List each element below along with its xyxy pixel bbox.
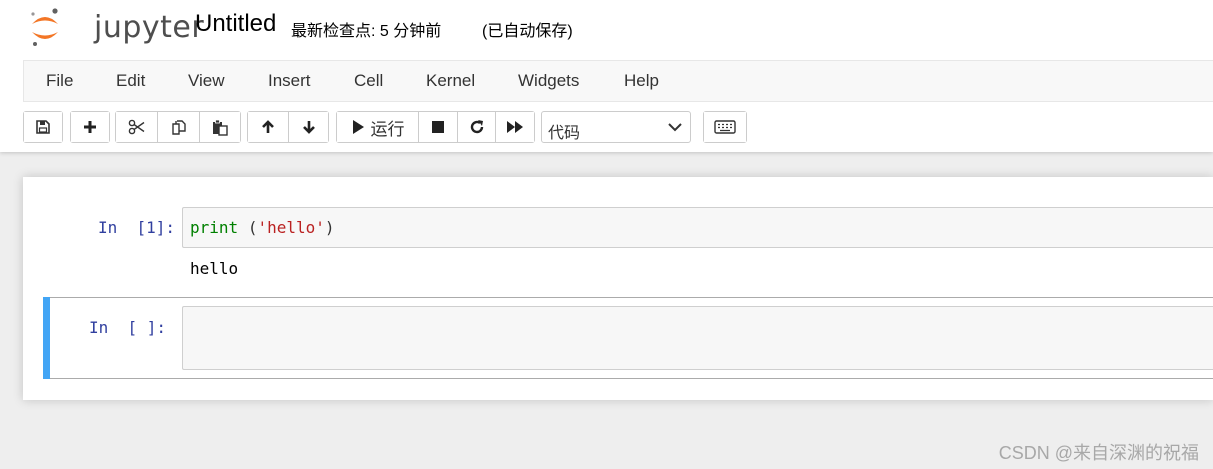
input-prompt: In [1]:: [98, 218, 176, 237]
menu-insert[interactable]: Insert: [268, 71, 311, 91]
toolbar-group-move: [247, 111, 329, 143]
play-icon: [352, 120, 364, 134]
toolbar-group-clipboard: [115, 111, 241, 143]
code-line: print ('hello'): [190, 218, 335, 237]
restart-kernel-button[interactable]: [458, 112, 496, 142]
selected-cell-indicator: [43, 297, 50, 379]
code-editor-empty[interactable]: [182, 306, 1213, 370]
run-button[interactable]: 运行: [337, 112, 419, 142]
move-up-button[interactable]: [248, 112, 289, 142]
jupyter-logo-icon: [31, 8, 58, 46]
menu-widgets[interactable]: Widgets: [518, 71, 579, 91]
toolbar-group-palette: [703, 111, 747, 143]
copy-button[interactable]: [158, 112, 200, 142]
jupyter-logo[interactable]: jupyter: [28, 6, 204, 48]
restart-run-all-button[interactable]: [496, 112, 534, 142]
code-token-string: 'hello': [257, 218, 325, 237]
code-editor[interactable]: print ('hello'): [182, 207, 1213, 248]
keyboard-icon: [714, 120, 736, 134]
move-down-button[interactable]: [289, 112, 328, 142]
arrow-down-icon: [302, 121, 315, 134]
insert-cell-button[interactable]: [71, 112, 109, 142]
toolbar-group-save: [23, 111, 63, 143]
stop-icon: [432, 121, 444, 133]
code-token-close-paren: ): [324, 218, 335, 237]
fast-forward-icon: [507, 121, 523, 133]
save-button[interactable]: [24, 112, 62, 142]
cell-type-selected-value: 代码: [548, 125, 581, 142]
arrow-up-icon: [262, 120, 274, 133]
code-token-open-paren: (: [247, 218, 258, 237]
header: jupyter Untitled 最新检查点: 5 分钟前 (已自动保存) Fi…: [0, 0, 1213, 152]
cut-button[interactable]: [116, 112, 158, 142]
menu-file[interactable]: File: [46, 71, 73, 91]
menu-view[interactable]: View: [188, 71, 225, 91]
code-token-builtin: print: [190, 218, 239, 237]
command-palette-button[interactable]: [704, 112, 746, 142]
menu-cell[interactable]: Cell: [354, 71, 383, 91]
notebook-container: In [1]: print ('hello') hello In [ ]:: [23, 177, 1213, 400]
interrupt-kernel-button[interactable]: [419, 112, 458, 142]
cell-type-select[interactable]: 代码: [541, 111, 691, 143]
copy-icon: [171, 119, 186, 135]
paste-icon: [213, 119, 228, 136]
autosave-status: (已自动保存): [482, 23, 573, 40]
chevron-down-icon: [668, 123, 682, 132]
paste-button[interactable]: [200, 112, 240, 142]
jupyter-notebook-page: jupyter Untitled 最新检查点: 5 分钟前 (已自动保存) Fi…: [0, 0, 1213, 469]
menu-help[interactable]: Help: [624, 71, 659, 91]
toolbar-group-insert: [70, 111, 110, 143]
save-icon: [36, 120, 50, 134]
checkpoint-status: 最新检查点: 5 分钟前: [291, 23, 442, 40]
toolbar-group-run: 运行: [336, 111, 535, 143]
restart-icon: [470, 120, 483, 134]
menubar: File Edit View Insert Cell Kernel Widget…: [23, 60, 1213, 102]
logo-wordmark: jupyter: [94, 10, 205, 45]
notebook-title[interactable]: Untitled: [195, 10, 276, 38]
watermark: CSDN @来自深渊的祝福: [998, 443, 1199, 463]
menu-kernel[interactable]: Kernel: [426, 71, 475, 91]
plus-icon: [84, 121, 96, 133]
run-button-label: 运行: [370, 119, 405, 139]
cell-output: hello: [190, 259, 239, 278]
menu-edit[interactable]: Edit: [116, 71, 145, 91]
input-prompt: In [ ]:: [89, 318, 167, 337]
scissors-icon: [128, 119, 144, 135]
